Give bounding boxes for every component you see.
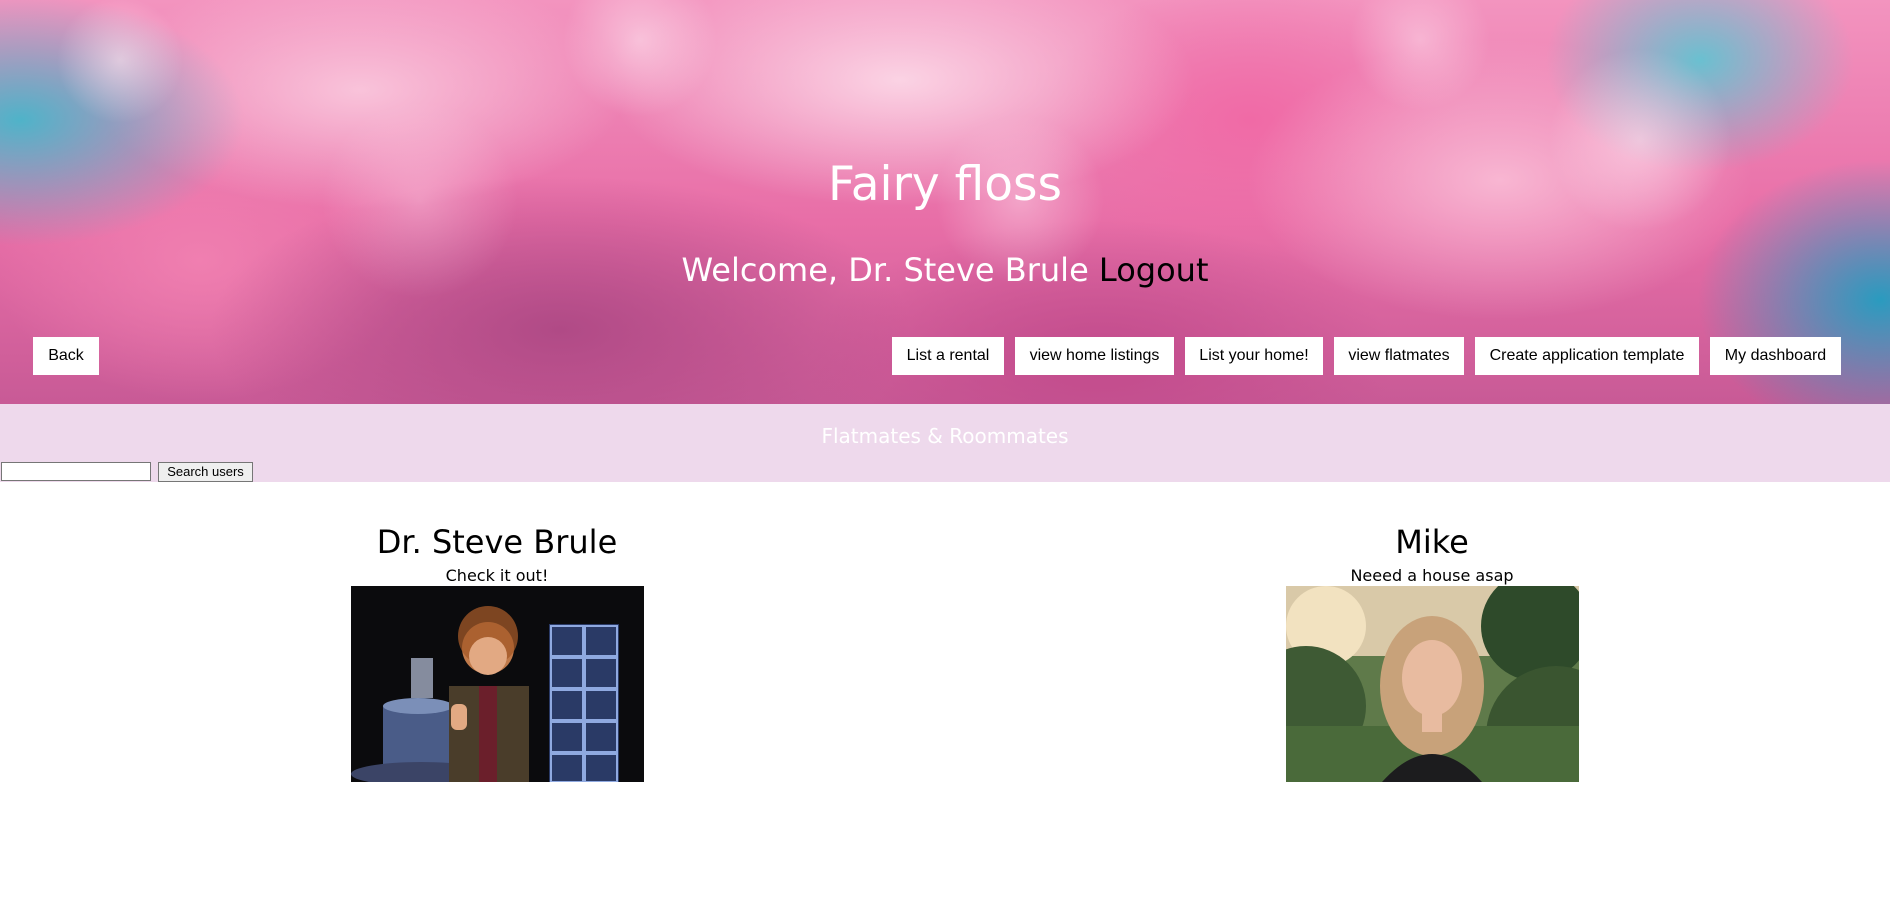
user-name: Dr. Steve Brule — [376, 523, 618, 561]
flatmates-section-header: Flatmates & Roommates Search users — [0, 404, 1890, 482]
search-users-input[interactable] — [1, 462, 151, 481]
view-home-listings-button[interactable]: view home listings — [1015, 337, 1174, 375]
site-title: Fairy floss — [828, 157, 1062, 212]
user-card: Dr. Steve Brule Check it out! — [247, 518, 747, 782]
user-card: Mike Neeed a house asap — [1182, 518, 1682, 782]
user-photo[interactable] — [1285, 586, 1579, 782]
welcome-text: Welcome, Dr. Steve Brule — [681, 251, 1089, 289]
search-users-button[interactable]: Search users — [158, 462, 253, 482]
view-flatmates-button[interactable]: view flatmates — [1334, 337, 1464, 375]
user-photo-image — [1285, 586, 1579, 782]
user-photo-image — [350, 586, 644, 782]
list-your-home-button[interactable]: List your home! — [1185, 337, 1323, 375]
user-name: Mike — [1395, 523, 1469, 561]
user-status: Neeed a house asap — [1350, 566, 1514, 585]
create-application-template-button[interactable]: Create application template — [1475, 337, 1699, 375]
back-button[interactable]: Back — [33, 337, 99, 375]
user-status: Check it out! — [445, 566, 549, 585]
section-title: Flatmates & Roommates — [821, 424, 1069, 448]
logout-link[interactable]: Logout — [1099, 251, 1209, 289]
hero-banner: Fairy floss Welcome, Dr. Steve Brule Log… — [0, 0, 1890, 404]
list-rental-button[interactable]: List a rental — [892, 337, 1004, 375]
user-photo[interactable] — [350, 586, 644, 782]
my-dashboard-button[interactable]: My dashboard — [1710, 337, 1841, 375]
welcome-line: Welcome, Dr. Steve Brule Logout — [0, 248, 1890, 292]
